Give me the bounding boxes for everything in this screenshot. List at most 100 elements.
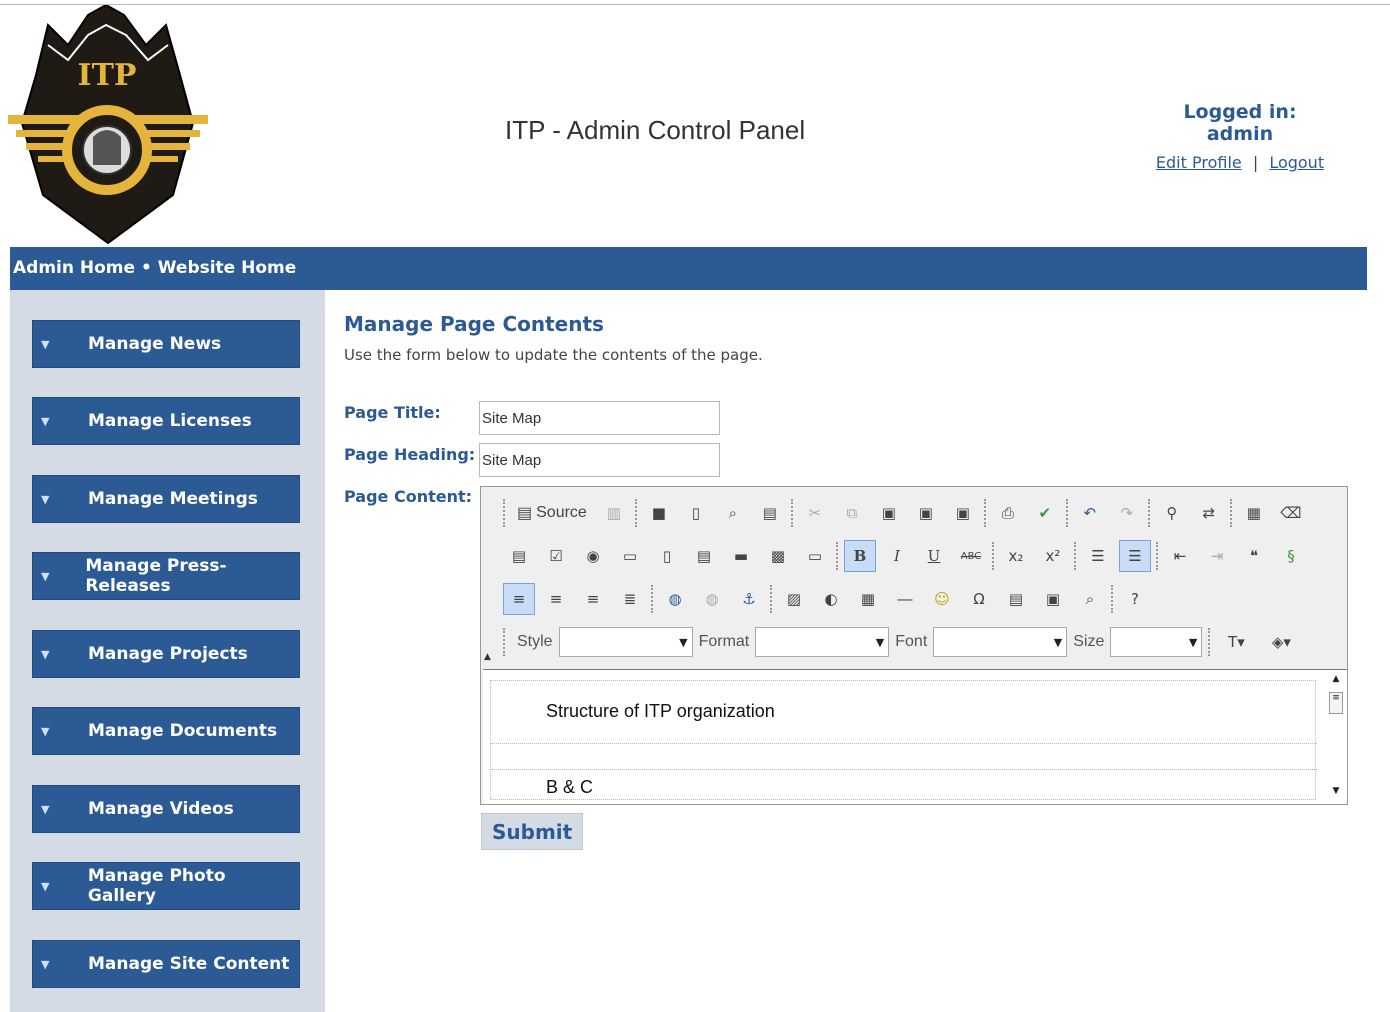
sidebar-item-manage-licenses[interactable]: ▼ Manage Licenses <box>32 397 300 445</box>
smiley-icon[interactable]: ☺ <box>926 583 958 615</box>
format-combo[interactable]: ▼ <box>755 627 890 657</box>
user-links: Edit Profile | Logout <box>1150 153 1330 172</box>
logout-link[interactable]: Logout <box>1269 153 1324 172</box>
page-title-input[interactable] <box>479 401 720 435</box>
align-justify-icon[interactable]: ≣ <box>614 583 646 615</box>
form-icon[interactable]: ▤ <box>503 540 535 572</box>
source-button[interactable]: ▤ Source <box>511 497 593 529</box>
maximize-icon[interactable]: ▣ <box>1037 583 1069 615</box>
scroll-down-icon[interactable]: ▼ <box>1327 786 1345 796</box>
main-content: Manage Page Contents Use the form below … <box>344 312 763 364</box>
editor-content-area[interactable]: Structure of ITP organization B & C ▲ ≡ … <box>483 669 1347 804</box>
collapse-toolbar-icon[interactable]: ▲ <box>484 652 491 662</box>
website-home-link[interactable]: Website Home <box>158 258 297 278</box>
cut-icon[interactable]: ✂ <box>799 497 831 529</box>
preview-icon[interactable]: ⌕ <box>717 497 749 529</box>
sidebar-item-manage-projects[interactable]: ▼ Manage Projects <box>32 630 300 678</box>
page-break-icon[interactable]: ▤ <box>1000 583 1032 615</box>
bulleted-list-icon[interactable]: ☰ <box>1119 540 1151 572</box>
page-heading-input[interactable] <box>479 443 720 477</box>
paste-text-icon[interactable]: ▣ <box>910 497 942 529</box>
checkbox-icon[interactable]: ☑ <box>540 540 572 572</box>
table-icon[interactable]: ▦ <box>852 583 884 615</box>
button-field-icon[interactable]: ▬ <box>725 540 757 572</box>
editor-scrollbar[interactable]: ▲ ≡ ▼ <box>1327 674 1345 800</box>
chevron-down-icon: ▼ <box>41 492 50 506</box>
textarea-icon[interactable]: ▯ <box>651 540 683 572</box>
subscript-icon[interactable]: x₂ <box>1000 540 1032 572</box>
sidebar-item-manage-documents[interactable]: ▼ Manage Documents <box>32 707 300 755</box>
select-all-icon[interactable]: ▦ <box>1238 497 1270 529</box>
sidebar-item-manage-press-releases[interactable]: ▼ Manage Press-Releases <box>32 552 300 600</box>
align-right-icon[interactable]: ≡ <box>577 583 609 615</box>
templates-icon[interactable]: ▥ <box>598 497 630 529</box>
align-left-icon[interactable]: ≡ <box>503 583 535 615</box>
special-char-icon[interactable]: Ω <box>963 583 995 615</box>
site-title: ITP - Admin Control Panel <box>505 115 806 145</box>
admin-home-link[interactable]: Admin Home <box>13 258 135 278</box>
text-color-icon[interactable]: T▾ <box>1216 626 1256 658</box>
show-blocks-icon[interactable]: ⌕ <box>1074 583 1106 615</box>
superscript-icon[interactable]: x² <box>1037 540 1069 572</box>
new-page-icon[interactable]: ▯ <box>680 497 712 529</box>
sidebar-item-manage-news[interactable]: ▼ Manage News <box>32 320 300 368</box>
textfield-icon[interactable]: ▭ <box>614 540 646 572</box>
page-subtitle: Use the form below to update the content… <box>344 346 763 364</box>
scroll-thumb[interactable]: ≡ <box>1329 692 1343 714</box>
flash-icon[interactable]: ◐ <box>815 583 847 615</box>
font-combo[interactable]: ▼ <box>933 627 1068 657</box>
page-title: Manage Page Contents <box>344 312 604 336</box>
select-field-icon[interactable]: ▤ <box>688 540 720 572</box>
image-button-icon[interactable]: ▩ <box>762 540 794 572</box>
chevron-down-icon: ▼ <box>41 957 50 971</box>
div-container-icon[interactable]: § <box>1275 540 1307 572</box>
blockquote-icon[interactable]: ❝ <box>1238 540 1270 572</box>
radio-icon[interactable]: ◉ <box>577 540 609 572</box>
bold-icon[interactable]: B <box>844 540 876 572</box>
sidebar-item-manage-videos[interactable]: ▼ Manage Videos <box>32 785 300 833</box>
help-icon[interactable]: ? <box>1119 583 1151 615</box>
unlink-icon[interactable]: ◍ <box>696 583 728 615</box>
strikethrough-icon[interactable]: ABC <box>955 540 987 572</box>
hidden-field-icon[interactable]: ▭ <box>799 540 831 572</box>
anchor-icon[interactable]: ⚓ <box>733 583 765 615</box>
style-combo[interactable]: ▼ <box>558 627 693 657</box>
edit-profile-link[interactable]: Edit Profile <box>1156 153 1242 172</box>
font-label: Font <box>895 633 928 650</box>
spellcheck-icon[interactable]: ✔ <box>1029 497 1061 529</box>
paste-word-icon[interactable]: ▣ <box>947 497 979 529</box>
undo-icon[interactable]: ↶ <box>1074 497 1106 529</box>
remove-format-icon[interactable]: ⌫ <box>1275 497 1307 529</box>
indent-icon[interactable]: ⇥ <box>1201 540 1233 572</box>
chevron-down-icon: ▼ <box>41 879 50 893</box>
underline-icon[interactable]: U <box>918 540 950 572</box>
scroll-up-icon[interactable]: ▲ <box>1327 674 1345 684</box>
nav-bullet: • <box>140 258 152 278</box>
find-icon[interactable]: ⚲ <box>1156 497 1188 529</box>
italic-icon[interactable]: I <box>881 540 913 572</box>
redo-icon[interactable]: ↷ <box>1111 497 1143 529</box>
sidebar-item-manage-meetings[interactable]: ▼ Manage Meetings <box>32 475 300 523</box>
toolbar-row-1: ▤ Source ▥ ■ ▯ ⌕ ▤ ✂ ⧉ ▣ ▣ ▣ ⎙ ✔ ↶ ↷ ⚲ ⇄ … <box>503 494 1312 532</box>
replace-icon[interactable]: ⇄ <box>1193 497 1225 529</box>
copy-icon[interactable]: ⧉ <box>836 497 868 529</box>
background-color-icon[interactable]: ◈▾ <box>1261 626 1301 658</box>
document-icon[interactable]: ▤ <box>754 497 786 529</box>
image-icon[interactable]: ▨ <box>778 583 810 615</box>
link-icon[interactable]: ◍ <box>659 583 691 615</box>
align-center-icon[interactable]: ≡ <box>540 583 572 615</box>
save-icon[interactable]: ■ <box>643 497 675 529</box>
print-icon[interactable]: ⎙ <box>992 497 1024 529</box>
sidebar-item-manage-photo-gallery[interactable]: ▼ Manage Photo Gallery <box>32 862 300 910</box>
page-content-label: Page Content: <box>344 487 473 506</box>
chevron-down-icon: ▼ <box>41 569 50 583</box>
paste-icon[interactable]: ▣ <box>873 497 905 529</box>
submit-button[interactable]: Submit <box>481 813 584 850</box>
size-combo[interactable]: ▼ <box>1110 627 1203 657</box>
size-label: Size <box>1073 633 1105 650</box>
sidebar-item-label: Manage Documents <box>88 721 278 741</box>
outdent-icon[interactable]: ⇤ <box>1164 540 1196 572</box>
numbered-list-icon[interactable]: ☰ <box>1082 540 1114 572</box>
sidebar-item-manage-site-content[interactable]: ▼ Manage Site Content <box>32 940 300 988</box>
horizontal-rule-icon[interactable]: ― <box>889 583 921 615</box>
